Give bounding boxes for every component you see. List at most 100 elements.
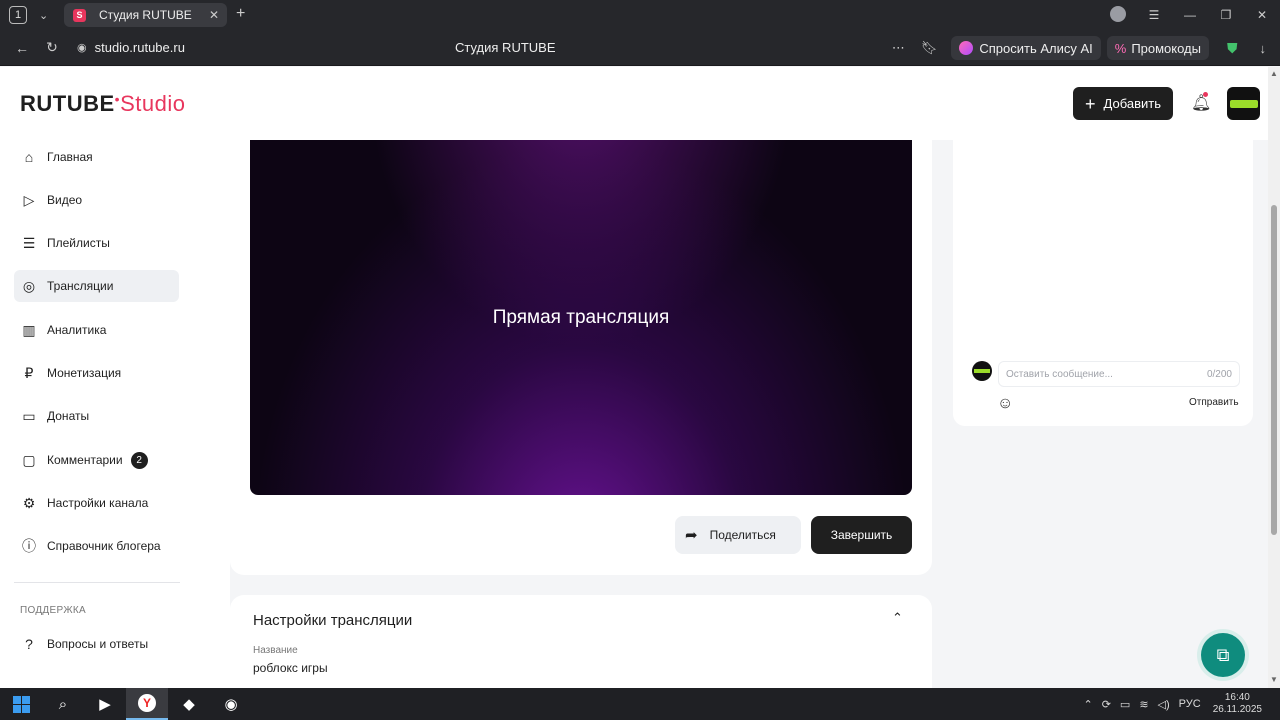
- close-window-icon[interactable]: ✕: [1244, 8, 1280, 22]
- reload-icon[interactable]: ↻: [44, 39, 60, 56]
- page-title-bar: Студия RUTUBE: [455, 40, 556, 55]
- settings-title: Настройки трансляции: [253, 612, 413, 629]
- sidebar-item-label: Настройки канала: [47, 496, 149, 510]
- rutube-studio-logo[interactable]: RUTUBE•Studio: [20, 91, 185, 117]
- sidebar-item-label: Монетизация: [47, 366, 122, 380]
- broadcast-settings-card: Настройки трансляции ⌃ Название роблокс …: [230, 595, 932, 688]
- clock[interactable]: 16:40 26.11.2025: [1213, 692, 1262, 716]
- sidebar-item-label: Справочник блогера: [47, 539, 161, 553]
- scroll-down-icon[interactable]: ▼: [1270, 675, 1278, 684]
- site-info-icon[interactable]: ◉: [77, 41, 87, 54]
- tray-device-icon[interactable]: ▭: [1120, 698, 1130, 711]
- more-icon[interactable]: ⋯: [892, 40, 905, 56]
- tab-counter[interactable]: 1: [9, 6, 27, 24]
- sidebar-item-label: Видео: [47, 193, 83, 207]
- alisa-button[interactable]: Спросить Алису AI: [951, 36, 1101, 60]
- language-indicator[interactable]: РУС: [1179, 698, 1201, 710]
- page-header: RUTUBE•Studio + Добавить 🔔︎: [0, 67, 1268, 140]
- back-icon[interactable]: ←: [14, 40, 30, 56]
- window-controls: ☰ — ❐ ✕: [1100, 0, 1280, 30]
- obs-icon[interactable]: ◉: [210, 688, 252, 720]
- restore-icon[interactable]: ❐: [1208, 8, 1244, 22]
- percent-icon: %: [1114, 40, 1127, 56]
- support-chat-icon[interactable]: ⧉: [1201, 633, 1245, 677]
- promo-label: Промокоды: [1131, 40, 1201, 56]
- sidebar-item-label: Вопросы и ответы: [47, 637, 149, 651]
- sidebar-item-home[interactable]: ⌂ Главная: [14, 141, 179, 173]
- sidebar-item-comments[interactable]: ▢ Комментарии 2: [14, 444, 179, 476]
- add-label: Добавить: [1103, 96, 1161, 111]
- close-tab-icon[interactable]: ✕: [209, 8, 219, 22]
- sidebar-item-donations[interactable]: ▭ Донаты: [14, 400, 179, 432]
- sidebar-item-playlists[interactable]: ☰ Плейлисты: [14, 227, 179, 259]
- bookmark-icon[interactable]: 🔖︎: [921, 40, 938, 56]
- sidebar-item-blogger-guide[interactable]: ⓘ Справочник блогера: [14, 530, 179, 562]
- share-button[interactable]: ➦ Поделиться: [675, 516, 801, 554]
- add-button[interactable]: + Добавить: [1073, 87, 1173, 120]
- sidebar-item-label: Комментарии: [47, 453, 123, 467]
- page-scrollbar[interactable]: ▲ ▼: [1268, 67, 1280, 688]
- windows-start-icon[interactable]: [0, 688, 42, 720]
- name-field-value[interactable]: роблокс игры: [253, 661, 328, 675]
- support-section-title: ПОДДЕРЖКА: [20, 605, 86, 616]
- tray-app-icon[interactable]: ⟳: [1102, 698, 1111, 711]
- scrollbar-thumb[interactable]: [1271, 205, 1277, 535]
- chevron-up-icon[interactable]: ⌃: [892, 610, 903, 626]
- bell-icon[interactable]: 🔔︎: [1191, 93, 1211, 113]
- sidebar-item-label: Донаты: [47, 409, 90, 423]
- download-icon[interactable]: ↓: [1260, 41, 1267, 56]
- chat-message-input[interactable]: Оставить сообщение... 0/200: [998, 361, 1240, 387]
- gear-icon: ⚙: [22, 494, 36, 511]
- wifi-icon[interactable]: ≋: [1139, 698, 1148, 711]
- new-tab-icon[interactable]: +: [236, 6, 245, 22]
- account-avatar[interactable]: [1227, 87, 1260, 120]
- logo-studio: Studio: [120, 91, 186, 116]
- sidebar-item-analytics[interactable]: ▥ Аналитика: [14, 314, 179, 346]
- end-broadcast-button[interactable]: Завершить: [811, 516, 912, 554]
- sidebar-item-broadcasts[interactable]: ◎ Трансляции: [14, 270, 179, 302]
- promo-button[interactable]: % Промокоды: [1106, 36, 1209, 60]
- sidebar: ⌂ Главная ▷ Видео ☰ Плейлисты ◎ Трансляц…: [0, 140, 230, 688]
- browser-tabbar: 1 ⌄ S Студия RUTUBE ✕ + ☰ — ❐ ✕: [0, 0, 1280, 30]
- emoji-icon[interactable]: ☺: [997, 395, 1013, 413]
- profile-icon[interactable]: [1100, 5, 1136, 25]
- roblox-icon[interactable]: ◆: [168, 688, 210, 720]
- plus-icon: +: [1085, 93, 1096, 114]
- broadcast-card: Прямая трансляция ➦ Поделиться Завершить: [230, 140, 932, 575]
- home-icon: ⌂: [24, 149, 34, 165]
- os-taskbar: ⌕ ▶ Y ◆ ◉ ⌃ ⟳ ▭ ≋ ◁) РУС 16:40 26.11.202…: [0, 688, 1280, 720]
- video-player[interactable]: Прямая трансляция: [250, 140, 912, 495]
- alisa-label: Спросить Алису AI: [979, 40, 1093, 56]
- app-icon[interactable]: ▶: [84, 688, 126, 720]
- comment-icon: ▢: [22, 451, 36, 468]
- sidebar-item-label: Аналитика: [47, 323, 107, 337]
- shield-icon[interactable]: ⛊: [1227, 40, 1238, 57]
- broadcast-icon: ◎: [22, 277, 36, 294]
- tab-title: Студия RUTUBE: [99, 8, 192, 22]
- browser-tab[interactable]: S Студия RUTUBE ✕: [64, 3, 227, 27]
- ruble-icon: ₽: [24, 364, 34, 381]
- sidebar-item-label: Трансляции: [47, 279, 114, 293]
- chat-panel: Оставить сообщение... 0/200 ☺ Отправить: [953, 140, 1253, 426]
- search-icon[interactable]: ⌕: [42, 688, 84, 720]
- wallet-icon: ▭: [22, 407, 36, 424]
- sidebar-item-monetization[interactable]: ₽ Монетизация: [14, 357, 179, 389]
- sidebar-item-channel-settings[interactable]: ⚙ Настройки канала: [14, 487, 179, 519]
- volume-icon[interactable]: ◁): [1158, 698, 1170, 711]
- name-field-label: Название: [253, 645, 298, 656]
- rutube-favicon-icon: S: [73, 8, 86, 22]
- chat-char-counter: 0/200: [1206, 368, 1232, 380]
- video-icon: ▷: [23, 191, 35, 208]
- clock-date: 26.11.2025: [1212, 704, 1262, 715]
- tray-expand-icon[interactable]: ⌃: [1083, 698, 1092, 711]
- send-button[interactable]: Отправить: [1189, 397, 1239, 408]
- yandex-browser-icon[interactable]: Y: [126, 688, 168, 720]
- sidebar-item-video[interactable]: ▷ Видео: [14, 184, 179, 216]
- menu-icon[interactable]: ☰: [1136, 8, 1172, 22]
- scroll-up-icon[interactable]: ▲: [1270, 69, 1278, 78]
- logo-main: RUTUBE: [20, 91, 115, 116]
- chevron-down-icon[interactable]: ⌄: [39, 9, 48, 22]
- url-text[interactable]: studio.rutube.ru: [95, 40, 185, 55]
- sidebar-item-faq[interactable]: ? Вопросы и ответы: [14, 628, 179, 660]
- minimize-icon[interactable]: —: [1172, 8, 1208, 22]
